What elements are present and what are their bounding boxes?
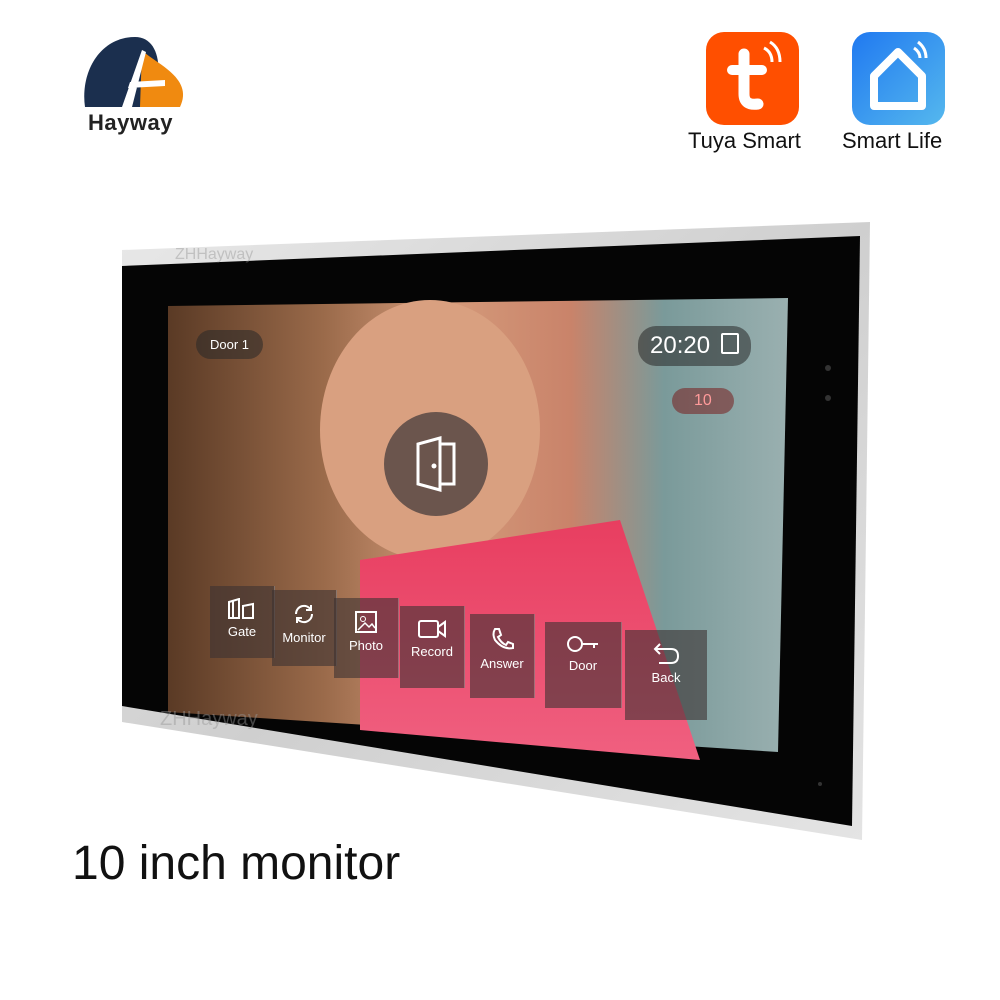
back-label: Back xyxy=(651,670,681,685)
photo-button[interactable]: Photo xyxy=(334,598,399,678)
phone-icon xyxy=(492,628,514,650)
gate-icon xyxy=(228,598,254,619)
photo-icon xyxy=(355,611,377,633)
record-label: Record xyxy=(411,644,453,659)
sensor-dot xyxy=(825,395,831,401)
mic-dot xyxy=(818,782,822,786)
record-button[interactable]: Record xyxy=(400,606,465,688)
back-button[interactable]: Back xyxy=(625,630,707,720)
count-badge: 10 xyxy=(672,388,734,414)
watermark-bottom: ZHHayway xyxy=(160,708,258,730)
count-text: 10 xyxy=(694,392,712,409)
refresh-icon xyxy=(294,604,314,624)
sd-card-icon xyxy=(720,333,739,354)
video-camera-icon xyxy=(418,620,446,638)
back-arrow-icon xyxy=(653,643,680,664)
gate-label: Gate xyxy=(227,624,257,639)
key-icon xyxy=(567,636,598,652)
gate-button[interactable]: Gate xyxy=(210,586,275,658)
sensor-dot xyxy=(825,365,831,371)
door-label-btn: Door xyxy=(568,658,598,673)
answer-label: Answer xyxy=(480,656,524,671)
caption: 10 inch monitor xyxy=(72,837,401,890)
door-label-text: Door 1 xyxy=(210,337,250,352)
unlock-button[interactable] xyxy=(384,412,488,516)
monitor-label: Monitor xyxy=(282,630,326,645)
answer-button[interactable]: Answer xyxy=(470,614,535,698)
monitor-button[interactable]: Monitor xyxy=(272,590,337,666)
door-label[interactable]: Door 1 xyxy=(196,330,264,359)
time-display: 20:20 xyxy=(638,326,751,366)
door-button[interactable]: Door xyxy=(545,622,622,708)
watermark-top: ZHHayway xyxy=(175,246,254,263)
door-open-icon xyxy=(416,436,456,492)
photo-label: Photo xyxy=(349,638,383,653)
time-text: 20:20 xyxy=(650,332,711,359)
